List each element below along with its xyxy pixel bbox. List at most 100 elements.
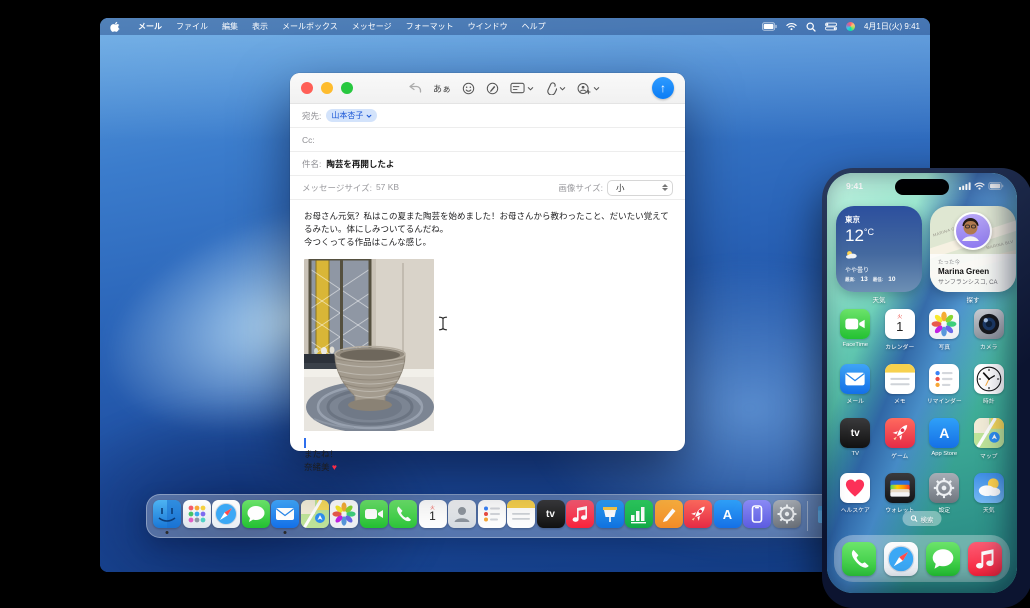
- iphone-app-camera[interactable]: カメラ: [967, 309, 1012, 351]
- zoom-window-button[interactable]: [341, 82, 353, 94]
- photos-icon: [929, 309, 960, 339]
- iphone-app-tv[interactable]: tv TV: [833, 418, 878, 460]
- music-icon[interactable]: [968, 541, 1002, 576]
- calendar-icon: 火 1: [884, 309, 915, 339]
- app-store-icon: A: [713, 500, 742, 528]
- dock-app-store[interactable]: A: [713, 498, 742, 534]
- iphone-app-clock[interactable]: 時計: [967, 363, 1012, 405]
- iphone-app-facetime[interactable]: FaceTime: [833, 309, 878, 351]
- dynamic-island: [895, 179, 949, 195]
- iphone-app-wallet[interactable]: ウォレット: [878, 472, 923, 514]
- dock-notes[interactable]: [507, 498, 535, 534]
- control-center-icon[interactable]: [825, 22, 837, 31]
- menu-mailbox[interactable]: メールボックス: [275, 21, 345, 32]
- dock-photos[interactable]: [330, 498, 358, 534]
- dock-music[interactable]: [566, 498, 594, 534]
- dock-tv[interactable]: tv: [536, 498, 565, 534]
- messages-icon[interactable]: [926, 541, 960, 576]
- minimize-window-button[interactable]: [321, 82, 333, 94]
- image-size-select[interactable]: 小: [607, 179, 673, 196]
- iphone-app-maps[interactable]: マップ: [967, 418, 1012, 460]
- dock-contacts[interactable]: [448, 498, 476, 534]
- iphone-app-notes[interactable]: メモ: [878, 363, 923, 405]
- menu-bar-clock[interactable]: 4月1日(火) 9:41: [864, 21, 920, 32]
- dock-finder[interactable]: [153, 498, 181, 534]
- menu-window[interactable]: ウインドウ: [461, 21, 515, 32]
- iphone-app-games[interactable]: ゲーム: [878, 418, 923, 460]
- facetime-icon: [840, 309, 871, 339]
- system-settings-icon: [772, 500, 801, 528]
- send-button[interactable]: ↑: [652, 77, 674, 99]
- dock-numbers[interactable]: [625, 498, 653, 534]
- app-label: 設定: [938, 508, 951, 514]
- menu-format[interactable]: フォーマット: [399, 21, 461, 32]
- siri-icon[interactable]: [845, 22, 855, 31]
- undo-icon[interactable]: [408, 82, 422, 94]
- mail-titlebar[interactable]: あぁ ↑: [290, 73, 685, 104]
- menu-help[interactable]: ヘルプ: [515, 21, 553, 32]
- message-body[interactable]: お母さん元気？私はこの夏また陶芸を始めました！お母さんから教わったこと、だいたい…: [290, 200, 685, 484]
- heart-emoji: ♥: [331, 461, 337, 472]
- find-my-widget[interactable]: MARINA GREEN DR MARINA BLV たった今 Marina G…: [930, 206, 1016, 292]
- weather-condition: やや曇り: [845, 268, 870, 274]
- close-window-button[interactable]: [301, 82, 313, 94]
- dock-system-settings[interactable]: [772, 498, 801, 534]
- iphone-app-health[interactable]: ヘルスケア: [833, 472, 878, 514]
- dock-launchpad[interactable]: [182, 498, 211, 534]
- apple-menu-icon[interactable]: [110, 21, 121, 32]
- home-search-pill[interactable]: 検索: [902, 511, 942, 526]
- iphone-app-app-store[interactable]: A App Store: [922, 418, 967, 460]
- dock-messages[interactable]: [241, 498, 270, 534]
- insert-contact-button[interactable]: [577, 82, 600, 95]
- iphone-app-weather[interactable]: 天気: [967, 472, 1012, 514]
- format-text-button[interactable]: あぁ: [433, 82, 451, 95]
- iphone-app-photos[interactable]: 写真: [922, 309, 967, 351]
- dock-maps[interactable]: [300, 498, 329, 534]
- dock-reminders[interactable]: [477, 498, 506, 534]
- menu-edit[interactable]: 編集: [215, 21, 245, 32]
- text-insertion-caret: [304, 437, 306, 448]
- menu-mail[interactable]: メール: [131, 21, 169, 32]
- phone-icon[interactable]: [842, 541, 876, 576]
- header-fields-button[interactable]: [510, 82, 534, 94]
- camera-icon: [973, 309, 1004, 339]
- recipient-pill[interactable]: 山本杏子: [326, 109, 378, 122]
- menu-view[interactable]: 表示: [245, 21, 275, 32]
- search-label: 検索: [920, 516, 934, 524]
- weather-temp: 12: [845, 226, 864, 245]
- menu-message[interactable]: メッセージ: [345, 21, 399, 32]
- iphone-app-settings[interactable]: 設定: [922, 472, 967, 514]
- dock-safari[interactable]: [212, 498, 240, 534]
- messages-icon: [241, 500, 270, 528]
- cc-field[interactable]: Cc:: [290, 128, 685, 152]
- apple-tv-icon: tv: [536, 500, 565, 528]
- location-name: Marina Green: [938, 267, 990, 276]
- dock-games[interactable]: [684, 498, 712, 534]
- attach-file-button[interactable]: [545, 81, 566, 95]
- app-label: マップ: [980, 453, 998, 460]
- dock-mail[interactable]: [271, 498, 299, 534]
- to-field[interactable]: 宛先: 山本杏子: [290, 104, 685, 128]
- dock-iphone-mirroring[interactable]: [743, 498, 771, 534]
- dock-facetime[interactable]: [359, 498, 388, 534]
- markup-icon[interactable]: [486, 82, 499, 95]
- iphone-app-mail[interactable]: メール: [833, 363, 878, 405]
- wifi-icon[interactable]: [786, 22, 797, 31]
- pottery-photo-attachment[interactable]: [304, 258, 434, 431]
- menu-file[interactable]: ファイル: [169, 21, 215, 32]
- numbers-icon: [625, 500, 653, 528]
- iphone-app-calendar[interactable]: 火 1 カレンダー: [878, 309, 923, 351]
- spotlight-search-icon[interactable]: [806, 21, 816, 32]
- body-line-2: 今つくってる作品はこんな感じ。: [304, 237, 432, 248]
- mail-icon: [840, 363, 871, 394]
- dock-calendar[interactable]: 火 1: [418, 498, 447, 534]
- weather-widget[interactable]: 東京 12°C やや曇り 最高: 13 最低: 10: [836, 206, 922, 292]
- battery-icon[interactable]: [761, 22, 777, 31]
- dock-phone[interactable]: [389, 498, 417, 534]
- safari-icon[interactable]: [884, 541, 918, 576]
- dock-pages[interactable]: [654, 498, 683, 534]
- dock-keynote[interactable]: [595, 498, 624, 534]
- iphone-app-reminders[interactable]: リマインダー: [922, 363, 967, 405]
- emoji-picker-icon[interactable]: [462, 82, 475, 95]
- subject-field[interactable]: 件名: 陶芸を再開したよ: [290, 152, 685, 176]
